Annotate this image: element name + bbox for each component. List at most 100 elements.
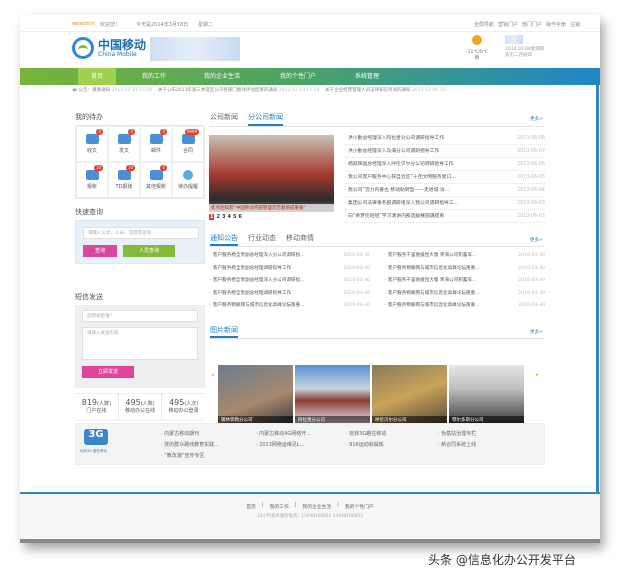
news-item[interactable]: · 向“余梦伦班组”学习演讲内部选拔赛圆满结束 2013-06-03: [345, 210, 545, 223]
notice-item[interactable]: · 客户服务杨全贵副总经理调研指导工作 2010-03-30: [210, 263, 370, 276]
news-title[interactable]: · 洪小勤总经理深入乌海分公司调研指导工作: [345, 145, 439, 157]
recipient-input[interactable]: 您想发给谁？: [82, 310, 198, 322]
notice-title[interactable]: · 客户服务杨全贵副总经理深入分公司调研指...: [210, 250, 305, 263]
notice-title[interactable]: · 客户服务杨全贵副总经理深入分公司调研指...: [210, 275, 305, 288]
notice-title[interactable]: 重要通知: [92, 88, 110, 93]
people-search-button[interactable]: 人员查询: [123, 245, 175, 257]
link-item[interactable]: · 玩转3G趣在移动: [346, 430, 386, 437]
tab-company-news[interactable]: 公司新闻: [210, 112, 238, 126]
notice-item[interactable]: · 客户服务千里驰援昆大蜀 青海公司积蓄军... 2010-03-30: [385, 250, 545, 263]
search-input[interactable]: 请输入公文、人员、流程等查询: [83, 227, 199, 239]
todo-td-expense[interactable]: 10 TD报账: [108, 162, 140, 198]
link-item[interactable]: · 新合同系统上线: [438, 441, 476, 448]
news-title[interactable]: · 洪小勤总经理深入阿拉善分公司调研指导工作: [345, 132, 444, 144]
tab-announcements[interactable]: 通知公告: [210, 233, 238, 246]
news-more-link[interactable]: 更多>: [530, 116, 543, 122]
page-6[interactable]: 6: [238, 214, 241, 220]
send-button[interactable]: 立即发送: [82, 366, 134, 378]
message-textarea[interactable]: 请输入发送内容: [82, 327, 198, 360]
footer-link[interactable]: 首页: [246, 503, 256, 510]
nav-my-work[interactable]: 我的工作: [130, 68, 178, 85]
top-link[interactable]: 营销门户: [498, 21, 518, 28]
link-item[interactable]: · “教改潮”宣传专区: [161, 452, 204, 459]
scrollbar[interactable]: [596, 85, 599, 543]
notice-title[interactable]: · 客户服务千里驰援昆大蜀 青海公司积蓄军...: [385, 250, 476, 263]
notice-title[interactable]: · 客户服务物联网与城市信息化高峰论坛隆重...: [385, 263, 480, 276]
notice-item[interactable]: · 客户服务物联网与城市信息化高峰论坛隆重... 2010-03-30: [385, 263, 545, 276]
todo-send[interactable]: 0 发文: [108, 126, 140, 162]
nav-personal-portal[interactable]: 我的个性门户: [268, 68, 328, 85]
news-title[interactable]: · 我公司客户服务中心获自治区“十佳文明服务窗口...: [345, 171, 456, 183]
todo-expense[interactable]: 10 报账: [76, 162, 108, 198]
news-date: 2013-06-06: [517, 162, 545, 167]
notice-item[interactable]: · 客户服务物联网与城市信息化高峰论坛隆重... 2010-03-30: [210, 300, 370, 313]
news-item[interactable]: · 我公司客户服务中心获自治区“十佳文明服务窗口... 2013-06-05: [345, 171, 545, 184]
notice-title[interactable]: · 客户服务物联网与城市信息化高峰论坛隆重...: [210, 300, 305, 313]
footer-link[interactable]: 我的企业生活: [302, 503, 331, 510]
prev-arrow-icon[interactable]: ◂: [211, 372, 214, 378]
pics-more-link[interactable]: 更多>: [530, 329, 543, 335]
news-item[interactable]: · 杨跃辉副总经理深入呼伦贝尔分公司调研指导工作 2013-06-06: [345, 158, 545, 171]
news-item[interactable]: · 洪小勤总经理深入阿拉善分公司调研指导工作 2013-06-08: [345, 132, 545, 145]
next-arrow-icon[interactable]: ▸: [536, 372, 539, 378]
slide-pager: 1 2 3 4 5 6: [209, 212, 334, 222]
link-item[interactable]: · 2013网络运维见L...: [256, 441, 304, 448]
page-3[interactable]: 3: [222, 214, 225, 220]
page-4[interactable]: 4: [227, 214, 230, 220]
query-button[interactable]: 查询: [83, 245, 117, 257]
notice-item[interactable]: · 客户服务千里驰援昆大蜀 青海公司积蓄军... 2010-03-30: [385, 275, 545, 288]
notice-item[interactable]: · 关于企业经营管理人员法律知识考试的通知: [322, 88, 410, 93]
todo-mail[interactable]: 0 邮件: [140, 126, 172, 162]
page-2[interactable]: 2: [216, 214, 219, 220]
notice-title[interactable]: · 客户服务物联网与城市信息化高峰论坛隆重...: [385, 300, 480, 313]
link-item[interactable]: · 内蒙古移动期刊: [161, 430, 199, 437]
nav-enterprise-life[interactable]: 我的企业生活: [192, 68, 252, 85]
notice-item[interactable]: · 客户服务杨全贵副总经理深入分公司调研指... 2010-03-30: [210, 250, 370, 263]
notice-title[interactable]: · 客户服务物联网与城市信息化高峰论坛隆重...: [385, 288, 480, 301]
tab-mobile-business[interactable]: 移动商情: [286, 233, 314, 246]
notice-title[interactable]: · 客户服务千里驰援昆大蜀 青海公司积蓄军...: [385, 275, 476, 288]
link-item[interactable]: · 内蒙古移动4G网络开...: [256, 430, 311, 437]
link-item[interactable]: · 916运动就锻炼: [346, 441, 384, 448]
notice-item[interactable]: · 客户服务杨全贵副总经理调研指导工作 2010-03-30: [210, 288, 370, 301]
news-item[interactable]: · 洪小勤总经理深入乌海分公司调研指导工作 2013-06-07: [345, 145, 545, 158]
link-item[interactable]: · 党的群众路线教育实践...: [161, 441, 219, 448]
pic-item[interactable]: 呼伦贝尔分公司: [372, 365, 447, 424]
footer-link[interactable]: 我的个性门户: [345, 503, 374, 510]
notice-date: 2010-03-30: [518, 265, 545, 271]
todo-contract[interactable]: 9999 合同: [172, 126, 204, 162]
notice-item[interactable]: · 关于公布2013年第三季度区公司各部门绩效评估结果的通知: [155, 88, 277, 93]
notice-item[interactable]: · 客户服务物联网与城市信息化高峰论坛隆重... 2010-03-30: [385, 300, 545, 313]
page-5[interactable]: 5: [233, 214, 236, 220]
news-title[interactable]: · 向“余梦伦班组”学习演讲内部选拔赛圆满结束: [345, 210, 444, 222]
todo-reminder[interactable]: 待办提醒: [172, 162, 204, 198]
logout-link[interactable]: 注销: [570, 21, 580, 28]
top-link[interactable]: 部门门户: [522, 21, 542, 28]
pic-item[interactable]: 阿拉善分公司: [295, 365, 370, 424]
top-link[interactable]: 操作手册: [546, 21, 566, 28]
notice-title[interactable]: · 客户服务杨全贵副总经理调研指导工作: [210, 263, 291, 276]
nav-home[interactable]: 首页: [78, 68, 116, 85]
page-1[interactable]: 1: [209, 214, 215, 220]
top-link[interactable]: 全局导航: [474, 21, 494, 28]
news-slideshow[interactable]: 焦点连续获“中国移动内部管理示范基地成果展” 1 2 3 4 5 6: [209, 135, 334, 222]
nav-system-admin[interactable]: 系统管理: [342, 68, 392, 85]
tab-industry[interactable]: 行业动态: [248, 233, 276, 246]
todo-receive[interactable]: 0 收文: [76, 126, 108, 162]
pic-item[interactable]: 锡林郭勒分公司: [218, 365, 293, 424]
footer-link[interactable]: 我的工作: [270, 503, 289, 510]
todo-other-expense[interactable]: 0 其他报账: [140, 162, 172, 198]
news-item[interactable]: · 我公司“活力内蒙古 移动助转型——走进城 访... 2013-06-04: [345, 184, 545, 197]
notices-more-link[interactable]: 更多>: [530, 237, 543, 243]
notice-item[interactable]: · 客户服务物联网与城市信息化高峰论坛隆重... 2010-03-30: [385, 288, 545, 301]
pic-news-title[interactable]: 图片新闻: [210, 325, 238, 338]
pic-item[interactable]: 鄂尔多斯分公司: [449, 365, 524, 424]
news-title[interactable]: · 我公司“活力内蒙古 移动助转型——走进城 访...: [345, 184, 449, 196]
news-item[interactable]: · 集团公司法律事务部调研组深入我公司调研指导工... 2013-06-03: [345, 197, 545, 210]
notice-item[interactable]: · 客户服务杨全贵副总经理深入分公司调研指... 2010-03-30: [210, 275, 370, 288]
news-title[interactable]: · 杨跃辉副总经理深入呼伦贝尔分公司调研指导工作: [345, 158, 454, 170]
link-item[interactable]: · 伪基站治理专栏: [438, 430, 476, 437]
tab-branch-news[interactable]: 分公司新闻: [248, 112, 283, 126]
notice-title[interactable]: · 客户服务杨全贵副总经理调研指导工作: [210, 288, 291, 301]
news-title[interactable]: · 集团公司法律事务部调研组深入我公司调研指导工...: [345, 197, 458, 209]
